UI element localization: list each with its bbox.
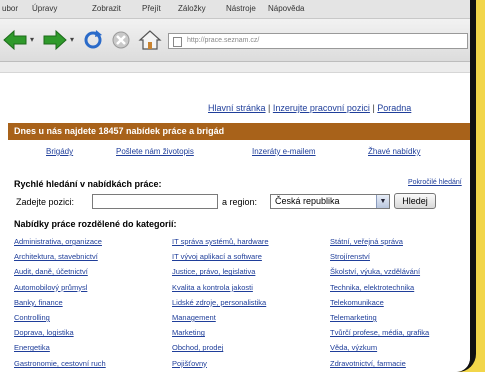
menu-bar: ubor Úpravy Zobrazit Přejít Záložky Nást…	[0, 0, 470, 19]
category-link[interactable]: Lidské zdroje, personalistika	[172, 298, 266, 307]
category-link[interactable]: Banky, finance	[14, 298, 63, 307]
navigation-toolbar: ▾ ▾ http://prace.seznam.cz/	[0, 19, 470, 62]
forward-button[interactable]	[42, 29, 68, 56]
category-link[interactable]: Controlling	[14, 313, 50, 322]
header-links: Hlavní stránka | Inzerujte pracovní pozi…	[208, 103, 411, 113]
category-link[interactable]: Management	[172, 313, 216, 322]
category-link[interactable]: Obchod, prodej	[172, 343, 223, 352]
reload-button[interactable]	[82, 29, 104, 56]
url-text: http://prace.seznam.cz/	[187, 37, 260, 44]
category-link[interactable]: IT vývoj aplikací a software	[172, 252, 262, 261]
subnav-hot-offers[interactable]: Žhavé nabídky	[368, 147, 420, 156]
page-content: Hlavní stránka | Inzerujte pracovní pozi…	[0, 73, 470, 372]
subnav-email-ads[interactable]: Inzeráty e-mailem	[252, 147, 316, 156]
subnav-brigady[interactable]: Brigády	[46, 147, 73, 156]
categories-title: Nabídky práce rozdělené do kategorií:	[14, 219, 177, 229]
menu-upravy[interactable]: Úpravy	[32, 4, 57, 13]
region-select[interactable]: Česká republika ▼	[270, 194, 390, 209]
category-link[interactable]: IT správa systémů, hardware	[172, 237, 269, 246]
category-link[interactable]: Kvalita a kontrola jakosti	[172, 283, 253, 292]
category-link[interactable]: Státní, veřejná správa	[330, 237, 403, 246]
position-input[interactable]	[92, 194, 218, 209]
search-button[interactable]: Hledej	[394, 193, 436, 209]
forward-dropdown-icon[interactable]: ▾	[70, 35, 74, 44]
reload-icon	[84, 30, 102, 49]
region-value: Česká republika	[275, 196, 340, 206]
category-link[interactable]: Telemarketing	[330, 313, 377, 322]
url-bar[interactable]: http://prace.seznam.cz/	[168, 33, 468, 49]
category-link[interactable]: Administrativa, organizace	[14, 237, 102, 246]
subnav-send-cv[interactable]: Pošlete nám životopis	[116, 147, 194, 156]
advanced-search-link[interactable]: Pokročilé hledání	[408, 179, 462, 186]
menu-zobrazit[interactable]: Zobrazit	[92, 4, 121, 13]
chevron-down-icon[interactable]: ▼	[376, 195, 389, 208]
position-label: Zadejte pozici:	[16, 197, 75, 207]
menu-soubor[interactable]: ubor	[2, 4, 18, 13]
stop-button[interactable]	[110, 29, 132, 56]
menu-napoveda[interactable]: Nápověda	[268, 4, 304, 13]
category-link[interactable]: Školství, výuka, vzdělávání	[330, 267, 420, 276]
home-button[interactable]	[138, 29, 162, 56]
quick-search-title: Rychlé hledání v nabídkách práce:	[14, 179, 162, 189]
forward-arrow-icon	[43, 29, 67, 51]
category-link[interactable]: Doprava, logistika	[14, 328, 74, 337]
category-link[interactable]: Technika, elektrotechnika	[330, 283, 414, 292]
link-advice[interactable]: Poradna	[377, 103, 411, 113]
menu-nastroje[interactable]: Nástroje	[226, 4, 256, 13]
category-link[interactable]: Marketing	[172, 328, 205, 337]
link-home[interactable]: Hlavní stránka	[208, 103, 266, 113]
stats-banner: Dnes u nás najdete 18457 nabídek práce a…	[8, 123, 470, 140]
sub-navigation: Brigády Pošlete nám životopis Inzeráty e…	[8, 141, 470, 161]
region-label: a region:	[222, 197, 258, 207]
back-button[interactable]	[2, 29, 28, 56]
link-separator: |	[265, 103, 273, 113]
link-post-job[interactable]: Inzerujte pracovní pozici	[273, 103, 370, 113]
category-link[interactable]: Tvůrčí profese, média, grafika	[330, 328, 429, 337]
home-icon	[138, 30, 162, 50]
category-link[interactable]: Architektura, stavebnictví	[14, 252, 98, 261]
category-link[interactable]: Justice, právo, legislativa	[172, 267, 255, 276]
category-link[interactable]: Pojišťovny	[172, 359, 207, 368]
page-icon	[173, 37, 182, 47]
menu-prejit[interactable]: Přejít	[142, 4, 161, 13]
category-link[interactable]: Věda, výzkum	[330, 343, 377, 352]
category-link[interactable]: Zdravotnictví, farmacie	[330, 359, 406, 368]
category-link[interactable]: Gastronomie, cestovní ruch	[14, 359, 106, 368]
menu-zalozky[interactable]: Záložky	[178, 4, 206, 13]
category-link[interactable]: Automobilový průmysl	[14, 283, 87, 292]
stop-icon	[112, 31, 130, 49]
browser-window: ubor Úpravy Zobrazit Přejít Záložky Nást…	[0, 0, 470, 372]
bookmarks-bar	[0, 62, 470, 73]
back-arrow-icon	[3, 29, 27, 51]
category-link[interactable]: Telekomunikace	[330, 298, 384, 307]
category-link[interactable]: Audit, daně, účetnictví	[14, 267, 88, 276]
category-link[interactable]: Energetika	[14, 343, 50, 352]
back-dropdown-icon[interactable]: ▾	[30, 35, 34, 44]
category-link[interactable]: Strojírenství	[330, 252, 370, 261]
